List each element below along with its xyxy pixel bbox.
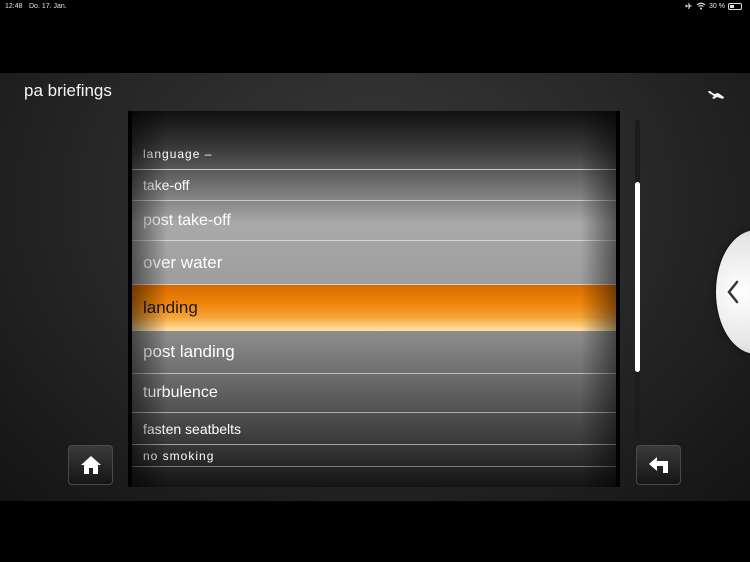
picker-item-landing[interactable]: landing [132,285,616,331]
scrollbar-thumb[interactable] [635,182,640,372]
battery-percent: 30 % [709,2,725,10]
app-screen: pa briefings language – take-off post ta… [0,73,750,501]
airplane-mode-icon [685,2,692,10]
wifi-icon [696,2,706,10]
picker-wheel[interactable]: language – take-off post take-off over w… [132,111,616,487]
picker-item-label: over water [143,252,223,272]
picker-item-label: take-off [143,177,190,193]
picker-item-label: language – [143,147,213,161]
picker-item-label: landing [143,298,198,317]
picker-item-over-water[interactable]: over water [132,241,616,285]
status-time: 12:48 [5,3,23,10]
home-icon [80,456,101,474]
picker-item-language[interactable]: language – [132,111,616,170]
picker-item-label: post take-off [143,211,231,229]
picker-item-post-take-off[interactable]: post take-off [132,201,616,241]
picker-item-label: post landing [143,342,235,361]
picker-item-no-smoking[interactable]: no smoking [132,445,616,467]
chevron-left-icon [727,280,739,304]
page-title: pa briefings [24,81,112,100]
picker-item-fasten-seatbelts[interactable]: fasten seatbelts [132,413,616,445]
battery-icon [728,2,742,10]
picker-item-turbulence[interactable]: turbulence [132,374,616,413]
briefing-picker[interactable]: language – take-off post take-off over w… [128,111,620,487]
picker-item-post-landing[interactable]: post landing [132,331,616,374]
back-button[interactable] [636,445,681,485]
picker-item-label: no smoking [143,448,215,463]
picker-item-take-off[interactable]: take-off [132,170,616,201]
home-button[interactable] [68,445,113,485]
bottom-bar [0,501,750,562]
status-date: Do. 17. Jan. [29,3,67,10]
airplane-landing-icon[interactable] [706,85,726,103]
side-panel-tab[interactable] [716,230,750,354]
back-arrow-icon [648,457,668,473]
status-bar: 12:48 Do. 17. Jan. 30 % [0,0,750,14]
scrollbar[interactable] [635,120,640,438]
status-indicators: 30 % [684,2,742,10]
picker-item-label: turbulence [143,384,218,401]
picker-item-label: fasten seatbelts [143,420,242,437]
